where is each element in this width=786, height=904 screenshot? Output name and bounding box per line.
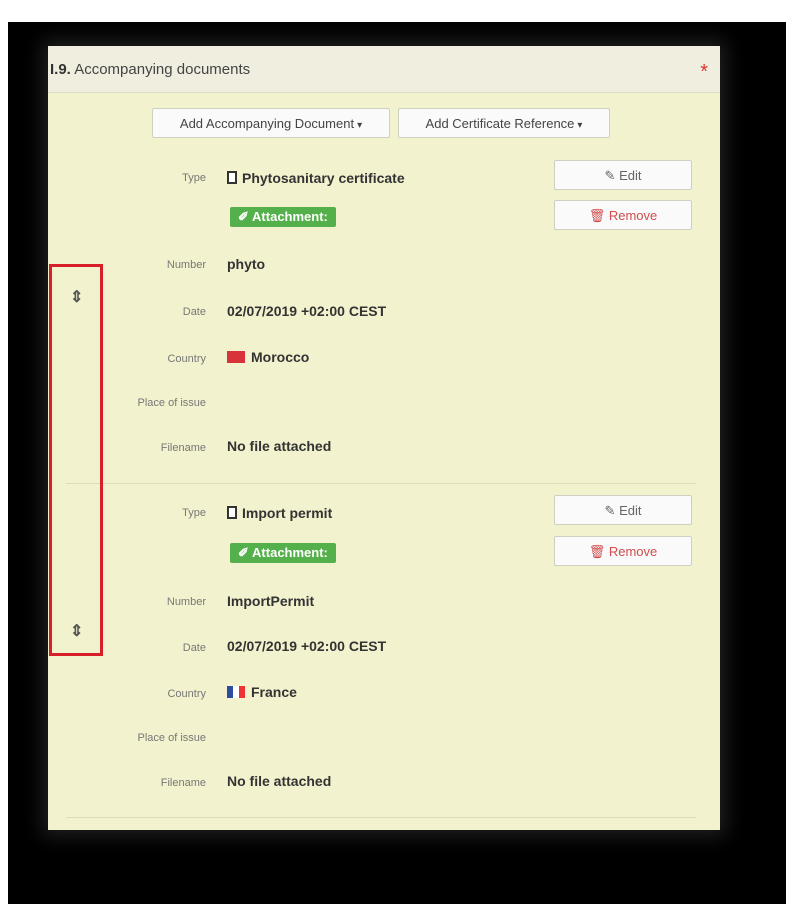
attachment-button[interactable]: ✐ Attachment: [230, 543, 336, 563]
left-background [0, 0, 8, 904]
document-number: phyto [227, 256, 266, 272]
document-type: Phytosanitary certificate [227, 170, 405, 186]
edit-label: Edit [619, 168, 642, 183]
edit-button[interactable]: ✎ Edit [554, 160, 692, 190]
drag-handle-icon[interactable]: ⇕ [70, 621, 83, 641]
attachment-label: Attachment: [252, 209, 328, 224]
required-asterisk-icon: * [700, 61, 708, 83]
france-flag-icon [227, 686, 245, 698]
remove-button[interactable]: 🗑 Remove [554, 200, 692, 230]
drag-handle-icon[interactable]: ⇕ [70, 287, 83, 307]
document-filename: No file attached [227, 438, 332, 454]
add-certificate-reference-button[interactable]: Add Certificate Reference ▾ [398, 108, 610, 138]
add-accompanying-document-label: Add Accompanying Document [179, 116, 355, 131]
document-filename: No file attached [227, 773, 332, 789]
document-country: Morocco [227, 349, 309, 365]
remove-button[interactable]: 🗑 Remove [554, 536, 692, 566]
attachment-label: Attachment: [252, 545, 328, 560]
paperclip-icon: ✐ [238, 209, 249, 224]
top-background [0, 0, 786, 22]
section-title-text: Accompanying documents [74, 61, 251, 78]
document-date: 02/07/2019 +02:00 CEST [227, 303, 387, 319]
paperclip-icon: ✐ [238, 545, 249, 560]
caret-down-icon: ▾ [577, 120, 583, 131]
country-name: Morocco [251, 349, 310, 365]
document-date: 02/07/2019 +02:00 CEST [227, 638, 387, 654]
pencil-icon: ✎ [604, 503, 616, 518]
trash-icon: 🗑 [588, 544, 606, 559]
filename-label: Filename [160, 777, 206, 789]
add-certificate-reference-label: Add Certificate Reference [425, 116, 575, 131]
drag-handles-highlight [49, 264, 103, 656]
document-icon [227, 171, 237, 184]
document-type: Import permit [227, 505, 332, 521]
morocco-flag-icon [227, 351, 245, 363]
remove-label: Remove [608, 208, 658, 223]
document-country: France [227, 684, 297, 700]
caret-down-icon: ▾ [357, 120, 363, 131]
attachment-button[interactable]: ✐ Attachment: [230, 207, 336, 227]
document-number: ImportPermit [227, 593, 315, 609]
pencil-icon: ✎ [604, 168, 616, 183]
country-name: France [251, 684, 297, 700]
accompanying-documents-panel: I.9. Accompanying documents * Add Accomp… [48, 46, 720, 830]
place-of-issue-label: Place of issue [137, 732, 206, 744]
document-divider [66, 817, 696, 818]
section-number: I.9. [50, 61, 71, 78]
add-accompanying-document-button[interactable]: Add Accompanying Document ▾ [152, 108, 390, 138]
country-label: Country [167, 688, 206, 700]
document-divider [66, 483, 696, 484]
edit-button[interactable]: ✎ Edit [554, 495, 692, 525]
type-label: Type [182, 172, 206, 184]
trash-icon: 🗑 [588, 208, 606, 223]
panel-header: I.9. Accompanying documents * [48, 46, 720, 93]
section-title: I.9. Accompanying documents [50, 61, 250, 78]
document-type-text: Phytosanitary certificate [242, 170, 405, 186]
remove-label: Remove [608, 544, 658, 559]
edit-label: Edit [619, 503, 642, 518]
document-icon [227, 506, 237, 519]
document-type-text: Import permit [242, 505, 333, 521]
